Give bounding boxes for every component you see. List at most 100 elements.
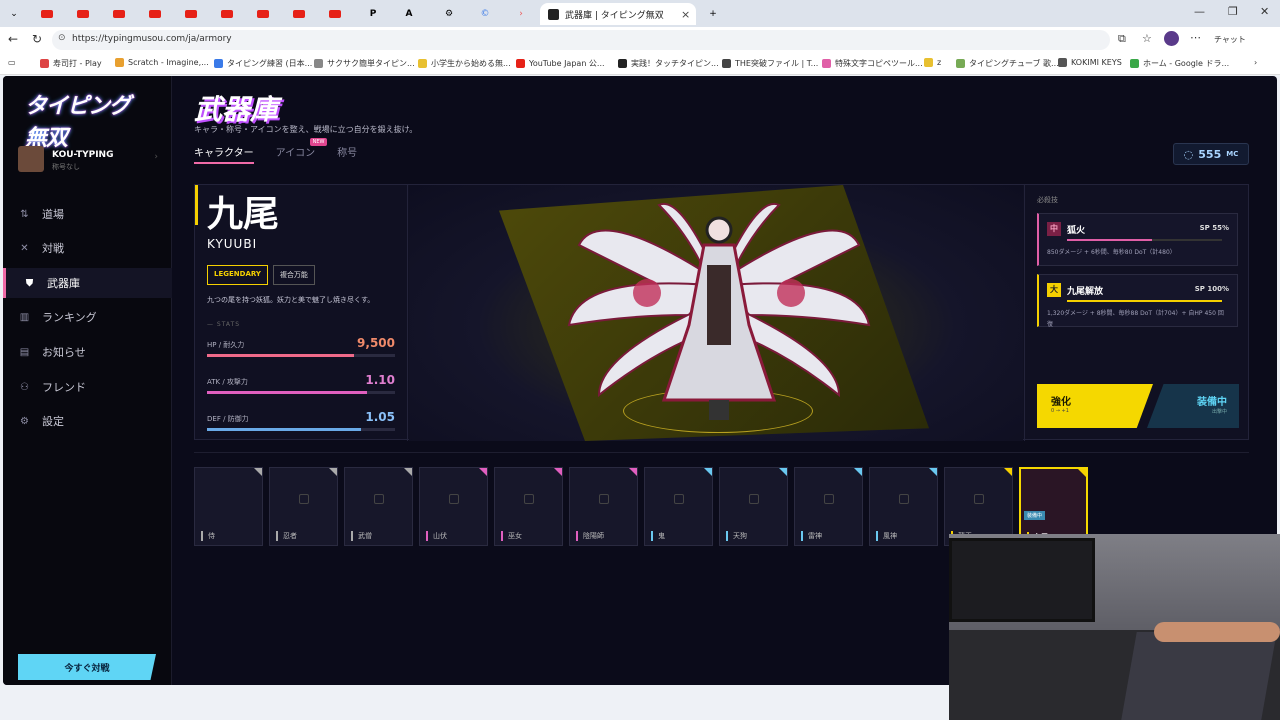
roster-card[interactable]: 侍 bbox=[194, 467, 263, 546]
bookmark[interactable]: サクサク簡単タイピン... bbox=[314, 58, 415, 69]
bookmark[interactable]: ホーム - Google ドラ... bbox=[1130, 58, 1229, 69]
roster-card[interactable]: 武僧 bbox=[344, 467, 413, 546]
bookmark[interactable]: Scratch - Imagine,... bbox=[115, 58, 209, 67]
roster-card-label: 陰陽師 bbox=[576, 531, 604, 541]
sidebar-item-dojo[interactable]: ⇅ 道場 bbox=[3, 199, 172, 229]
extensions-icon[interactable]: ⧉ bbox=[1118, 32, 1126, 46]
app-logo[interactable]: タイピング無双 bbox=[25, 88, 149, 151]
copilot-button[interactable]: チャット bbox=[1214, 34, 1246, 45]
sidebar-item-battle[interactable]: ✕ 対戦 bbox=[3, 233, 172, 263]
favorites-icon[interactable]: ☆ bbox=[1142, 32, 1152, 45]
roster-card[interactable]: 天狗 bbox=[719, 467, 788, 546]
skill-level: 大 bbox=[1047, 283, 1061, 297]
rarity-accent bbox=[195, 185, 198, 225]
sidebar-item-news[interactable]: ▤ お知らせ bbox=[3, 337, 172, 367]
armory-tabs: キャラクター アイコン NEW 称号 bbox=[194, 138, 357, 164]
more-menu-icon[interactable]: ⋯ bbox=[1190, 31, 1201, 44]
roster-card-label: 巫女 bbox=[501, 531, 522, 541]
tab-title[interactable]: 称号 bbox=[337, 144, 357, 164]
bookmark[interactable]: 実践！タッチタイピン... bbox=[618, 58, 719, 69]
browser-tab-strip: ⌄ P A ⚙ © › 武器庫 | タイピング無双 × + — ❐ ✕ bbox=[0, 0, 1280, 27]
more-bookmarks-icon[interactable]: › bbox=[1254, 58, 1257, 67]
browser-tab[interactable]: © bbox=[468, 3, 502, 25]
roster-card[interactable]: 鬼 bbox=[644, 467, 713, 546]
browser-tab[interactable] bbox=[138, 3, 172, 25]
bookmark[interactable]: タイピングチューブ 歌... bbox=[956, 58, 1059, 69]
bookmark-icon bbox=[956, 59, 965, 68]
bookmark[interactable]: 小学生から始める無... bbox=[418, 58, 511, 69]
browser-tab[interactable]: › bbox=[504, 3, 538, 25]
browser-tab[interactable] bbox=[30, 3, 64, 25]
bookmark[interactable]: z bbox=[924, 58, 941, 67]
stat-bar-fill bbox=[207, 428, 362, 431]
skill-card[interactable]: 大 九尾解放 SP 100% 1,320ダメージ + 8秒間、毎秒88 DoT（… bbox=[1037, 274, 1238, 328]
currency-value: 555 bbox=[1198, 147, 1222, 161]
browser-tab[interactable]: ⚙ bbox=[432, 3, 466, 25]
skill-card[interactable]: 中 狐火 SP 55% 850ダメージ + 6秒間、毎秒80 DoT（計480） bbox=[1037, 213, 1238, 266]
browser-tab[interactable] bbox=[102, 3, 136, 25]
new-tab-button[interactable]: + bbox=[700, 3, 726, 25]
skill-name: 狐火 bbox=[1067, 226, 1086, 236]
roster-card[interactable]: 山伏 bbox=[419, 467, 488, 546]
browser-tab[interactable]: A bbox=[392, 3, 426, 25]
roster-card-label: 風神 bbox=[876, 531, 897, 541]
rarity-corner bbox=[404, 468, 412, 476]
url-field[interactable]: ⊙ https://typingmusou.com/ja/armory bbox=[52, 30, 1110, 50]
rarity-badge: LEGENDARY bbox=[207, 265, 268, 285]
sidebar-toggle-icon[interactable]: ▭ bbox=[8, 58, 16, 67]
sidebar-item-friends[interactable]: ⚇ フレンド bbox=[3, 372, 172, 402]
bookmark[interactable]: タイピング練習 (日本... bbox=[214, 58, 312, 69]
sidebar: タイピング無双 KOU-TYPING 称号なし › ⇅ 道場 ✕ 対戦 ⛊ 武器庫 ▥… bbox=[3, 76, 172, 685]
battle-icon: ✕ bbox=[20, 242, 29, 254]
bookmark[interactable]: KOKIMI KEYS bbox=[1058, 58, 1122, 67]
roster-card-label: 山伏 bbox=[426, 531, 447, 541]
roster-card[interactable]: 陰陽師 bbox=[569, 467, 638, 546]
roster-card[interactable]: 風神 bbox=[869, 467, 938, 546]
lock-icon bbox=[749, 494, 759, 504]
browser-tab-active[interactable]: 武器庫 | タイピング無双 × bbox=[540, 3, 696, 25]
minimize-icon[interactable]: — bbox=[1194, 5, 1205, 18]
browser-tab[interactable] bbox=[246, 3, 280, 25]
browser-tab[interactable] bbox=[174, 3, 208, 25]
p-icon: P bbox=[369, 9, 377, 19]
bookmark[interactable]: THE突破ファイル | T... bbox=[722, 58, 818, 69]
enhance-button[interactable]: 強化 0 → +1 bbox=[1037, 384, 1153, 428]
sidebar-item-settings[interactable]: ⚙ 設定 bbox=[3, 406, 172, 436]
close-window-icon[interactable]: ✕ bbox=[1260, 5, 1269, 18]
bookmark-icon bbox=[822, 59, 831, 68]
bookmark[interactable]: 特殊文字コピペツール... bbox=[822, 58, 923, 69]
sidebar-item-ranking[interactable]: ▥ ランキング bbox=[3, 302, 172, 332]
battle-now-button[interactable]: 今すぐ対戦 bbox=[18, 654, 156, 680]
profile-avatar[interactable] bbox=[1164, 31, 1179, 46]
sidebar-item-armory[interactable]: ⛊ 武器庫 bbox=[3, 268, 172, 298]
browser-tab[interactable]: P bbox=[356, 3, 390, 25]
user-profile[interactable]: KOU-TYPING 称号なし › bbox=[18, 146, 158, 174]
bookmark[interactable]: 寿司打 - Play bbox=[40, 58, 102, 69]
equipped-button[interactable]: 装備中 出撃中 bbox=[1147, 384, 1239, 428]
url-text: https://typingmusou.com/ja/armory bbox=[72, 34, 232, 44]
reload-icon[interactable]: ↻ bbox=[32, 32, 42, 46]
browser-tab[interactable] bbox=[66, 3, 100, 25]
browser-tab[interactable] bbox=[282, 3, 316, 25]
bookmark[interactable]: YouTube Japan 公... bbox=[516, 58, 605, 69]
bookmark-icon bbox=[722, 59, 731, 68]
tab-character[interactable]: キャラクター bbox=[194, 144, 254, 164]
stats-label: — STATS bbox=[207, 321, 241, 328]
hand-image bbox=[1154, 622, 1280, 642]
site-info-icon[interactable]: ⊙ bbox=[58, 33, 66, 43]
close-tab-icon[interactable]: × bbox=[681, 8, 690, 21]
tab-icon[interactable]: アイコン NEW bbox=[276, 138, 328, 164]
roster-card[interactable]: 忍者 bbox=[269, 467, 338, 546]
skill-gauge-fill bbox=[1067, 239, 1153, 241]
rarity-corner bbox=[254, 468, 262, 476]
tab-list-button[interactable]: ⌄ bbox=[4, 3, 24, 25]
browser-tab[interactable] bbox=[318, 3, 352, 25]
maximize-icon[interactable]: ❐ bbox=[1228, 5, 1238, 18]
lock-icon bbox=[449, 494, 459, 504]
roster-card[interactable]: 雷神 bbox=[794, 467, 863, 546]
youtube-icon bbox=[77, 10, 89, 18]
back-icon[interactable]: ← bbox=[8, 32, 18, 46]
lock-icon bbox=[974, 494, 984, 504]
roster-card[interactable]: 巫女 bbox=[494, 467, 563, 546]
browser-tab[interactable] bbox=[210, 3, 244, 25]
